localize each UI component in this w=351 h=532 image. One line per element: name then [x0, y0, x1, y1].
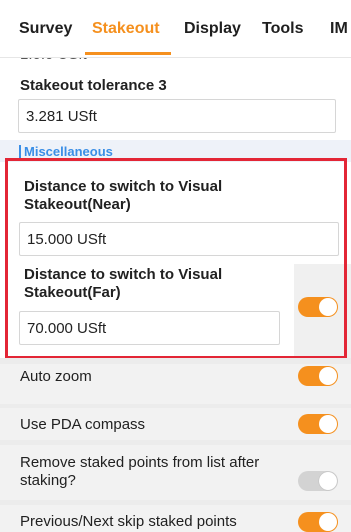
tolerance3-label: Stakeout tolerance 3	[20, 77, 167, 94]
visual-near-input[interactable]: 15.000 USft	[19, 222, 339, 256]
tab-stakeout[interactable]: Stakeout	[92, 20, 160, 38]
tab-survey[interactable]: Survey	[19, 20, 72, 38]
active-tab-indicator	[85, 52, 171, 55]
auto-zoom-label: Auto zoom	[20, 368, 92, 385]
remove-staked-label: Remove staked points from list after sta…	[20, 454, 260, 489]
section-title: Miscellaneous	[24, 144, 113, 159]
pda-compass-toggle[interactable]	[298, 414, 338, 434]
section-marker	[19, 145, 21, 158]
tolerance3-input[interactable]: 3.281 USft	[18, 99, 336, 133]
pda-compass-label: Use PDA compass	[20, 416, 146, 433]
visual-far-input[interactable]: 70.000 USft	[19, 311, 280, 345]
tab-bar: Survey Stakeout Display Tools IM	[0, 0, 351, 58]
skip-staked-label: Previous/Next skip staked points	[20, 513, 237, 530]
tab-tools[interactable]: Tools	[262, 20, 303, 38]
visual-far-toggle[interactable]	[298, 297, 338, 317]
remove-staked-toggle[interactable]	[298, 471, 338, 491]
skip-staked-toggle[interactable]	[298, 512, 338, 532]
visual-far-label: Distance to switch to Visual Stakeout(Fa…	[24, 266, 223, 301]
visual-near-label: Distance to switch to Visual Stakeout(Ne…	[24, 178, 223, 213]
auto-zoom-toggle[interactable]	[298, 366, 338, 386]
tab-im[interactable]: IM	[330, 20, 348, 38]
tab-display[interactable]: Display	[184, 20, 241, 38]
